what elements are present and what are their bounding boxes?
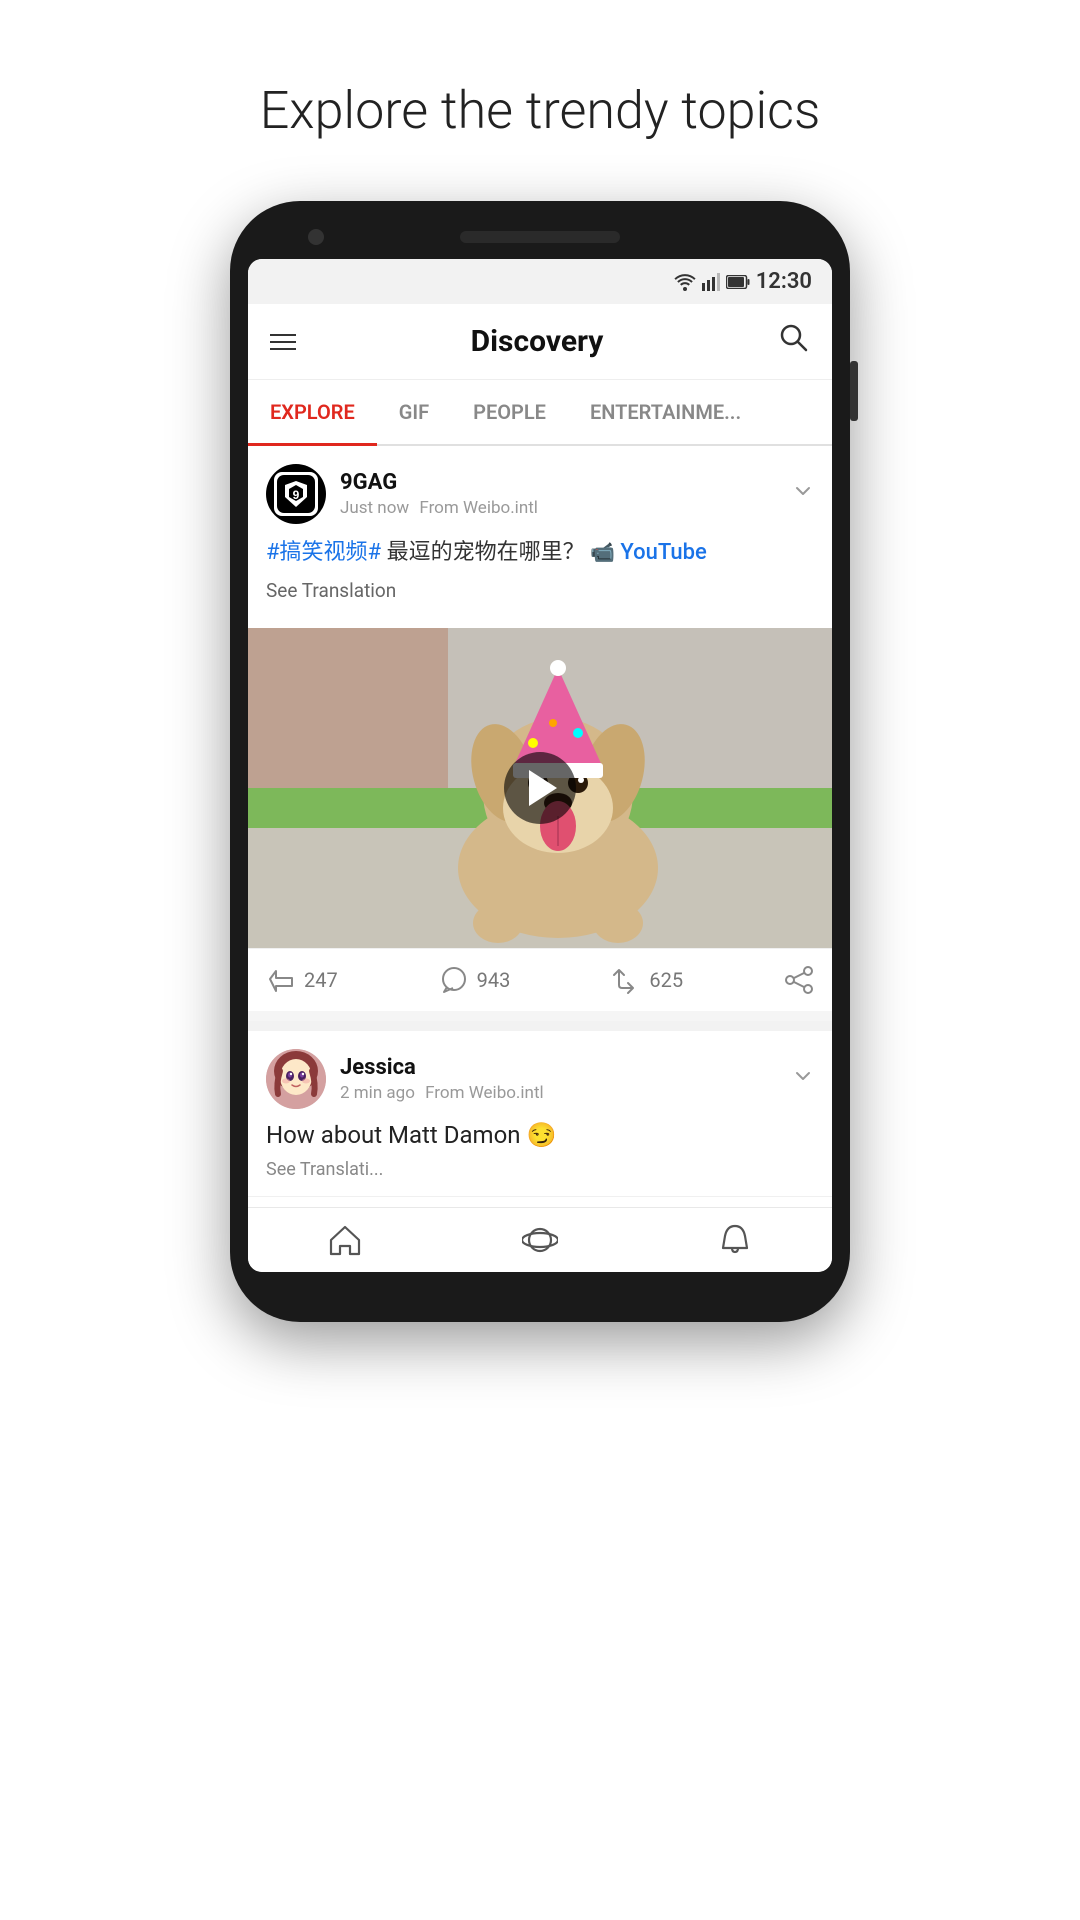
post-chevron-icon[interactable] — [792, 480, 814, 508]
post-meta: Just now From Weibo.intl — [340, 498, 544, 518]
app-header: Discovery — [248, 304, 832, 380]
tab-people[interactable]: PEOPLE — [451, 380, 568, 444]
share-button[interactable] — [784, 965, 814, 995]
post-card-jessica: Jessica 2 min ago From Weibo.intl — [248, 1031, 832, 1197]
search-button[interactable] — [778, 322, 810, 361]
phone-top — [248, 231, 832, 243]
repost-button[interactable]: 625 — [611, 965, 784, 995]
post-source-jessica: From Weibo.intl — [425, 1083, 544, 1103]
comment-count: 943 — [477, 968, 511, 992]
play-button[interactable] — [504, 752, 576, 824]
home-icon — [327, 1222, 363, 1258]
hamburger-menu-button[interactable] — [270, 334, 296, 350]
post-header: 9 9GAG Just now From Weibo.intl — [248, 446, 832, 536]
jessica-post-text: How about Matt Damon 😏 — [248, 1121, 832, 1159]
repost-count: 625 — [649, 968, 683, 992]
svg-text:9: 9 — [293, 488, 300, 502]
tab-gif[interactable]: GIF — [377, 380, 451, 444]
post-author: 9GAG — [340, 470, 544, 495]
like-icon — [266, 965, 296, 995]
tab-bar: EXPLORE GIF PEOPLE ENTERTAINME... — [248, 380, 832, 446]
post-source: From Weibo.intl — [419, 498, 538, 518]
bottom-navigation — [248, 1207, 832, 1272]
post-author-jessica: Jessica — [340, 1055, 550, 1080]
post-meta-jessica: 2 min ago From Weibo.intl — [340, 1083, 550, 1103]
wifi-icon — [674, 273, 696, 291]
planet-icon — [522, 1222, 558, 1258]
signal-icon — [702, 273, 720, 291]
status-bar: 12:30 — [248, 259, 832, 304]
hashtag[interactable]: #搞笑视频# — [266, 540, 381, 565]
post-time: Just now — [340, 498, 409, 518]
post-content: #搞笑视频# 最逗的宠物在哪里？ 📹 YouTube See Translati… — [248, 536, 832, 628]
avatar: 9 — [266, 464, 326, 524]
comment-icon — [439, 965, 469, 995]
jessica-post-chevron-icon[interactable] — [792, 1065, 814, 1093]
see-translation[interactable]: See Translation — [266, 579, 814, 602]
camera-cutout — [308, 229, 324, 245]
tab-explore[interactable]: EXPLORE — [248, 380, 377, 444]
post-divider — [248, 1021, 832, 1031]
speaker-grille — [460, 231, 620, 243]
like-button[interactable]: 247 — [266, 965, 439, 995]
feed: 9 9GAG Just now From Weibo.intl — [248, 446, 832, 1197]
phone-frame: 12:30 Discovery EXPLORE GIF PEOPLE E — [230, 201, 850, 1322]
action-bar: 247 943 — [248, 948, 832, 1011]
comment-button[interactable]: 943 — [439, 965, 612, 995]
nav-home[interactable] — [327, 1222, 363, 1258]
avatar-jessica — [266, 1049, 326, 1109]
repost-icon — [611, 965, 641, 995]
jessica-see-translation[interactable]: See Translati... — [248, 1159, 832, 1197]
bell-icon — [717, 1222, 753, 1258]
post-text: #搞笑视频# 最逗的宠物在哪里？ 📹 YouTube — [266, 536, 814, 569]
post-card: 9 9GAG Just now From Weibo.intl — [248, 446, 832, 1011]
post-time-jessica: 2 min ago — [340, 1083, 415, 1103]
status-icons: 12:30 — [674, 269, 812, 294]
video-thumbnail[interactable] — [248, 628, 832, 948]
volume-button — [850, 361, 858, 421]
share-icon — [784, 965, 814, 995]
nav-notifications[interactable] — [717, 1222, 753, 1258]
page-title: Explore the trendy topics — [260, 80, 821, 141]
tab-entertainment[interactable]: ENTERTAINME... — [568, 380, 763, 444]
status-time: 12:30 — [756, 269, 812, 294]
like-count: 247 — [304, 968, 338, 992]
app-title: Discovery — [471, 324, 604, 359]
post-header-jessica: Jessica 2 min ago From Weibo.intl — [248, 1031, 832, 1121]
nav-discover[interactable] — [522, 1222, 558, 1258]
phone-screen: 12:30 Discovery EXPLORE GIF PEOPLE E — [248, 259, 832, 1272]
youtube-link[interactable]: YouTube — [620, 540, 706, 565]
battery-icon — [726, 275, 750, 289]
